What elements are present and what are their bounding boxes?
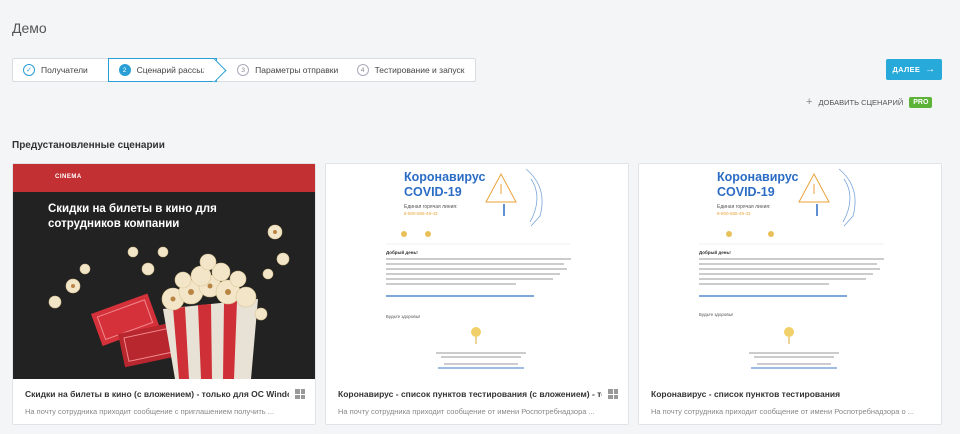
scenario-card-covid-attachment[interactable]: Коронавирус COVID-19 Единая горячая лини… bbox=[325, 163, 629, 425]
thumb-hello: Добрый день! bbox=[386, 250, 418, 255]
page-title: Демо bbox=[12, 20, 47, 36]
card-description: На почту сотрудника приходит сообщение о… bbox=[338, 407, 595, 416]
card-title: Коронавирус - список пунктов тестировани… bbox=[338, 389, 618, 399]
wizard-stepper: Получатели 2 Сценарий рассылки 3 Парамет… bbox=[12, 58, 476, 82]
scenario-card-cinema[interactable]: CINEMA Скидки на билеты в кино для сотру… bbox=[12, 163, 316, 425]
thumb-footer bbox=[739, 350, 849, 371]
next-button[interactable]: ДАЛЕЕ → bbox=[886, 59, 942, 80]
add-scenario-button[interactable]: + ДОБАВИТЬ СЦЕНАРИЙ PRO bbox=[806, 96, 933, 108]
thumb-regards: Будьте здоровы! bbox=[386, 314, 421, 319]
arrow-right-icon: → bbox=[925, 64, 936, 75]
step-label: Параметры отправки bbox=[255, 65, 339, 75]
thumb-phone: 8-800-555-49-43 bbox=[717, 211, 751, 216]
thumb-hello: Добрый день! bbox=[699, 250, 731, 255]
step-label: Сценарий рассылки bbox=[136, 65, 216, 75]
thumb-phone: 8-800-555-49-43 bbox=[404, 211, 438, 216]
card-thumbnail: CINEMA Скидки на билеты в кино для сотру… bbox=[13, 164, 315, 379]
card-title: Коронавирус - список пунктов тестировани… bbox=[651, 389, 841, 399]
step-test-launch[interactable]: 4 Тестирование и запуск bbox=[347, 59, 475, 81]
thumb-regards: Будьте здоровы! bbox=[699, 312, 734, 317]
thumb-headline: Коронавирус COVID-19 bbox=[717, 170, 799, 199]
pro-badge: PRO bbox=[909, 96, 933, 108]
add-scenario-label: ДОБАВИТЬ СЦЕНАРИЙ bbox=[818, 97, 904, 107]
card-description: На почту сотрудника приходит сообщение с… bbox=[25, 407, 275, 416]
thumb-body-lines bbox=[386, 258, 571, 300]
next-button-label: ДАЛЕЕ bbox=[892, 65, 921, 74]
card-thumbnail: Коронавирус COVID-19 Единая горячая лини… bbox=[639, 164, 941, 379]
step-number: 3 bbox=[237, 64, 250, 76]
step-label: Тестирование и запуск bbox=[374, 65, 465, 75]
step-label: Получатели bbox=[41, 65, 88, 75]
thumb-footer bbox=[426, 350, 536, 371]
windows-icon bbox=[608, 389, 618, 399]
thumb-sub: Единая горячая линия: bbox=[717, 204, 771, 210]
step-number: 4 bbox=[356, 64, 369, 76]
card-description: На почту сотрудника приходит сообщение о… bbox=[651, 407, 915, 416]
check-icon bbox=[23, 64, 35, 76]
plus-icon: + bbox=[806, 96, 813, 108]
step-number: 2 bbox=[118, 64, 131, 76]
card-title: Скидки на билеты в кино (с вложением) - … bbox=[25, 389, 305, 399]
step-recipients[interactable]: Получатели bbox=[13, 59, 108, 81]
popcorn-illustration bbox=[48, 224, 290, 379]
scenario-card-covid[interactable]: Коронавирус COVID-19 Единая горячая лини… bbox=[638, 163, 942, 425]
thumb-body-lines bbox=[699, 258, 884, 300]
section-title: Предустановленные сценарии bbox=[12, 140, 165, 151]
thumb-sub: Единая горячая линия: bbox=[404, 204, 458, 210]
card-thumbnail: Коронавирус COVID-19 Единая горячая лини… bbox=[326, 164, 628, 379]
step-scenario[interactable]: 2 Сценарий рассылки bbox=[107, 58, 218, 82]
windows-icon bbox=[295, 389, 305, 399]
step-send-params[interactable]: 3 Параметры отправки bbox=[217, 59, 346, 81]
thumb-headline: Коронавирус COVID-19 bbox=[404, 170, 486, 199]
